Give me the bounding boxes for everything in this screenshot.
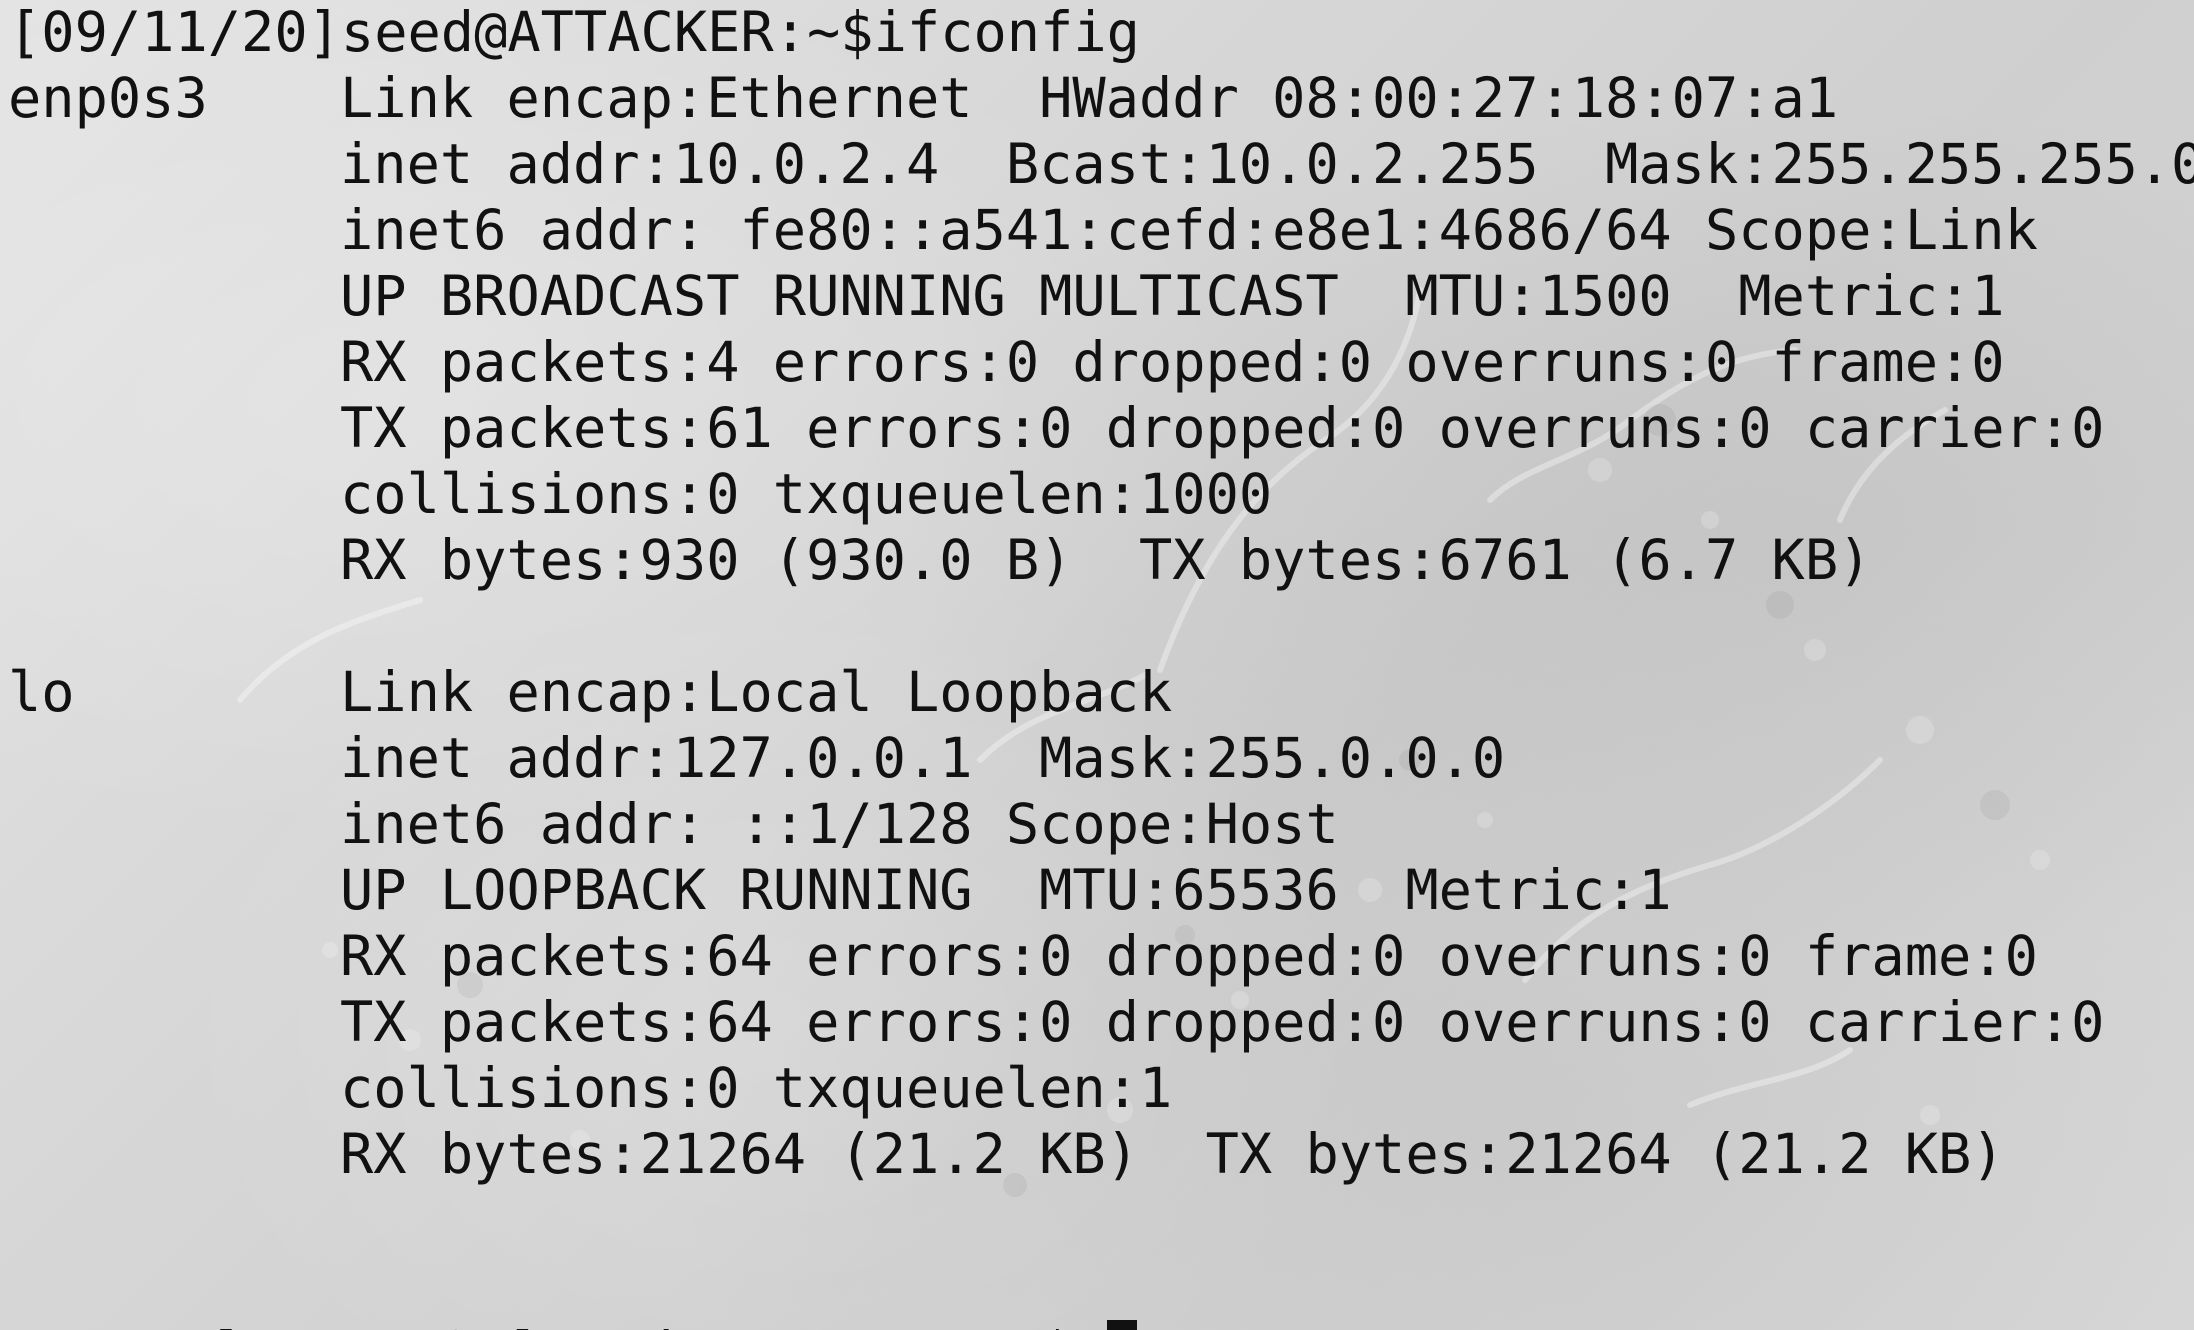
- lo-line-4: UP LOOPBACK RUNNING MTU:65536 Metric:1: [8, 858, 2194, 924]
- enp0s3-rx-packets: RX packets:4 errors:0 dropped:0 overruns…: [340, 331, 2005, 395]
- enp0s3-line-4: UP BROADCAST RUNNING MULTICAST MTU:1500 …: [8, 264, 2194, 330]
- lo-line-1: lo Link encap:Local Loopback: [8, 660, 2194, 726]
- lo-rx-packets: RX packets:64 errors:0 dropped:0 overrun…: [340, 925, 2038, 989]
- enp0s3-collisions: collisions:0 txqueuelen:1000: [340, 463, 1273, 527]
- lo-line-7: collisions:0 txqueuelen:1: [8, 1056, 2194, 1122]
- enp0s3-line-2: inet addr:10.0.2.4 Bcast:10.0.2.255 Mask…: [8, 132, 2194, 198]
- lo-flags: UP LOOPBACK RUNNING MTU:65536 Metric:1: [340, 859, 1672, 923]
- enp0s3-tx-packets: TX packets:61 errors:0 dropped:0 overrun…: [340, 397, 2105, 461]
- lo-link-encap: Link encap:Local Loopback: [340, 661, 1173, 725]
- lo-line-3: inet6 addr: ::1/128 Scope:Host: [8, 792, 2194, 858]
- initial-prompt: [09/11/20]seed@ATTACKER:~$: [8, 1, 874, 65]
- command-text: ifconfig: [873, 1, 1140, 65]
- enp0s3-link-encap: Link encap:Ethernet HWaddr 08:00:27:18:0…: [340, 67, 1839, 131]
- enp0s3-line-6: TX packets:61 errors:0 dropped:0 overrun…: [8, 396, 2194, 462]
- enp0s3-line-1: enp0s3 Link encap:Ethernet HWaddr 08:00:…: [8, 66, 2194, 132]
- lo-inet-addr: inet addr:127.0.0.1 Mask:255.0.0.0: [340, 727, 1506, 791]
- enp0s3-inet-addr: inet addr:10.0.2.4 Bcast:10.0.2.255 Mask…: [340, 133, 2194, 197]
- lo-block: lo Link encap:Local Loopback inet addr:1…: [8, 660, 2194, 1188]
- cursor-block: [1106, 1320, 1137, 1330]
- lo-line-5: RX packets:64 errors:0 dropped:0 overrun…: [8, 924, 2194, 990]
- active-prompt-line[interactable]: [09/11/20]seed@ATTACKER:~$: [8, 1254, 2194, 1330]
- lo-line-6: TX packets:64 errors:0 dropped:0 overrun…: [8, 990, 2194, 1056]
- enp0s3-bytes: RX bytes:930 (930.0 B) TX bytes:6761 (6.…: [340, 529, 1872, 593]
- enp0s3-line-3: inet6 addr: fe80::a541:cefd:e8e1:4686/64…: [8, 198, 2194, 264]
- lo-line-8: RX bytes:21264 (21.2 KB) TX bytes:21264 …: [8, 1122, 2194, 1188]
- lo-collisions: collisions:0 txqueuelen:1: [340, 1057, 1173, 1121]
- final-prompt: [09/11/20]seed@ATTACKER:~$: [208, 1321, 1074, 1330]
- lo-inet6-addr: inet6 addr: ::1/128 Scope:Host: [340, 793, 1339, 857]
- lo-bytes: RX bytes:21264 (21.2 KB) TX bytes:21264 …: [340, 1123, 2005, 1187]
- enp0s3-block: enp0s3 Link encap:Ethernet HWaddr 08:00:…: [8, 66, 2194, 594]
- terminal-content: [09/11/20]seed@ATTACKER:~$ ifconfig enp0s…: [8, 0, 2194, 1330]
- lo-interface-name: lo: [8, 661, 75, 725]
- enp0s3-line-5: RX packets:4 errors:0 dropped:0 overruns…: [8, 330, 2194, 396]
- lo-line-2: inet addr:127.0.0.1 Mask:255.0.0.0: [8, 726, 2194, 792]
- enp0s3-line-7: collisions:0 txqueuelen:1000: [8, 462, 2194, 528]
- terminal-window[interactable]: [09/11/20]seed@ATTACKER:~$ ifconfig enp0s…: [0, 0, 2194, 1330]
- lo-tx-packets: TX packets:64 errors:0 dropped:0 overrun…: [340, 991, 2105, 1055]
- enp0s3-line-8: RX bytes:930 (930.0 B) TX bytes:6761 (6.…: [8, 528, 2194, 594]
- enp0s3-flags: UP BROADCAST RUNNING MULTICAST MTU:1500 …: [340, 265, 2005, 329]
- enp0s3-interface-name: enp0s3: [8, 67, 208, 131]
- enp0s3-inet6-addr: inet6 addr: fe80::a541:cefd:e8e1:4686/64…: [340, 199, 2038, 263]
- command-line: [09/11/20]seed@ATTACKER:~$ ifconfig: [8, 0, 2194, 66]
